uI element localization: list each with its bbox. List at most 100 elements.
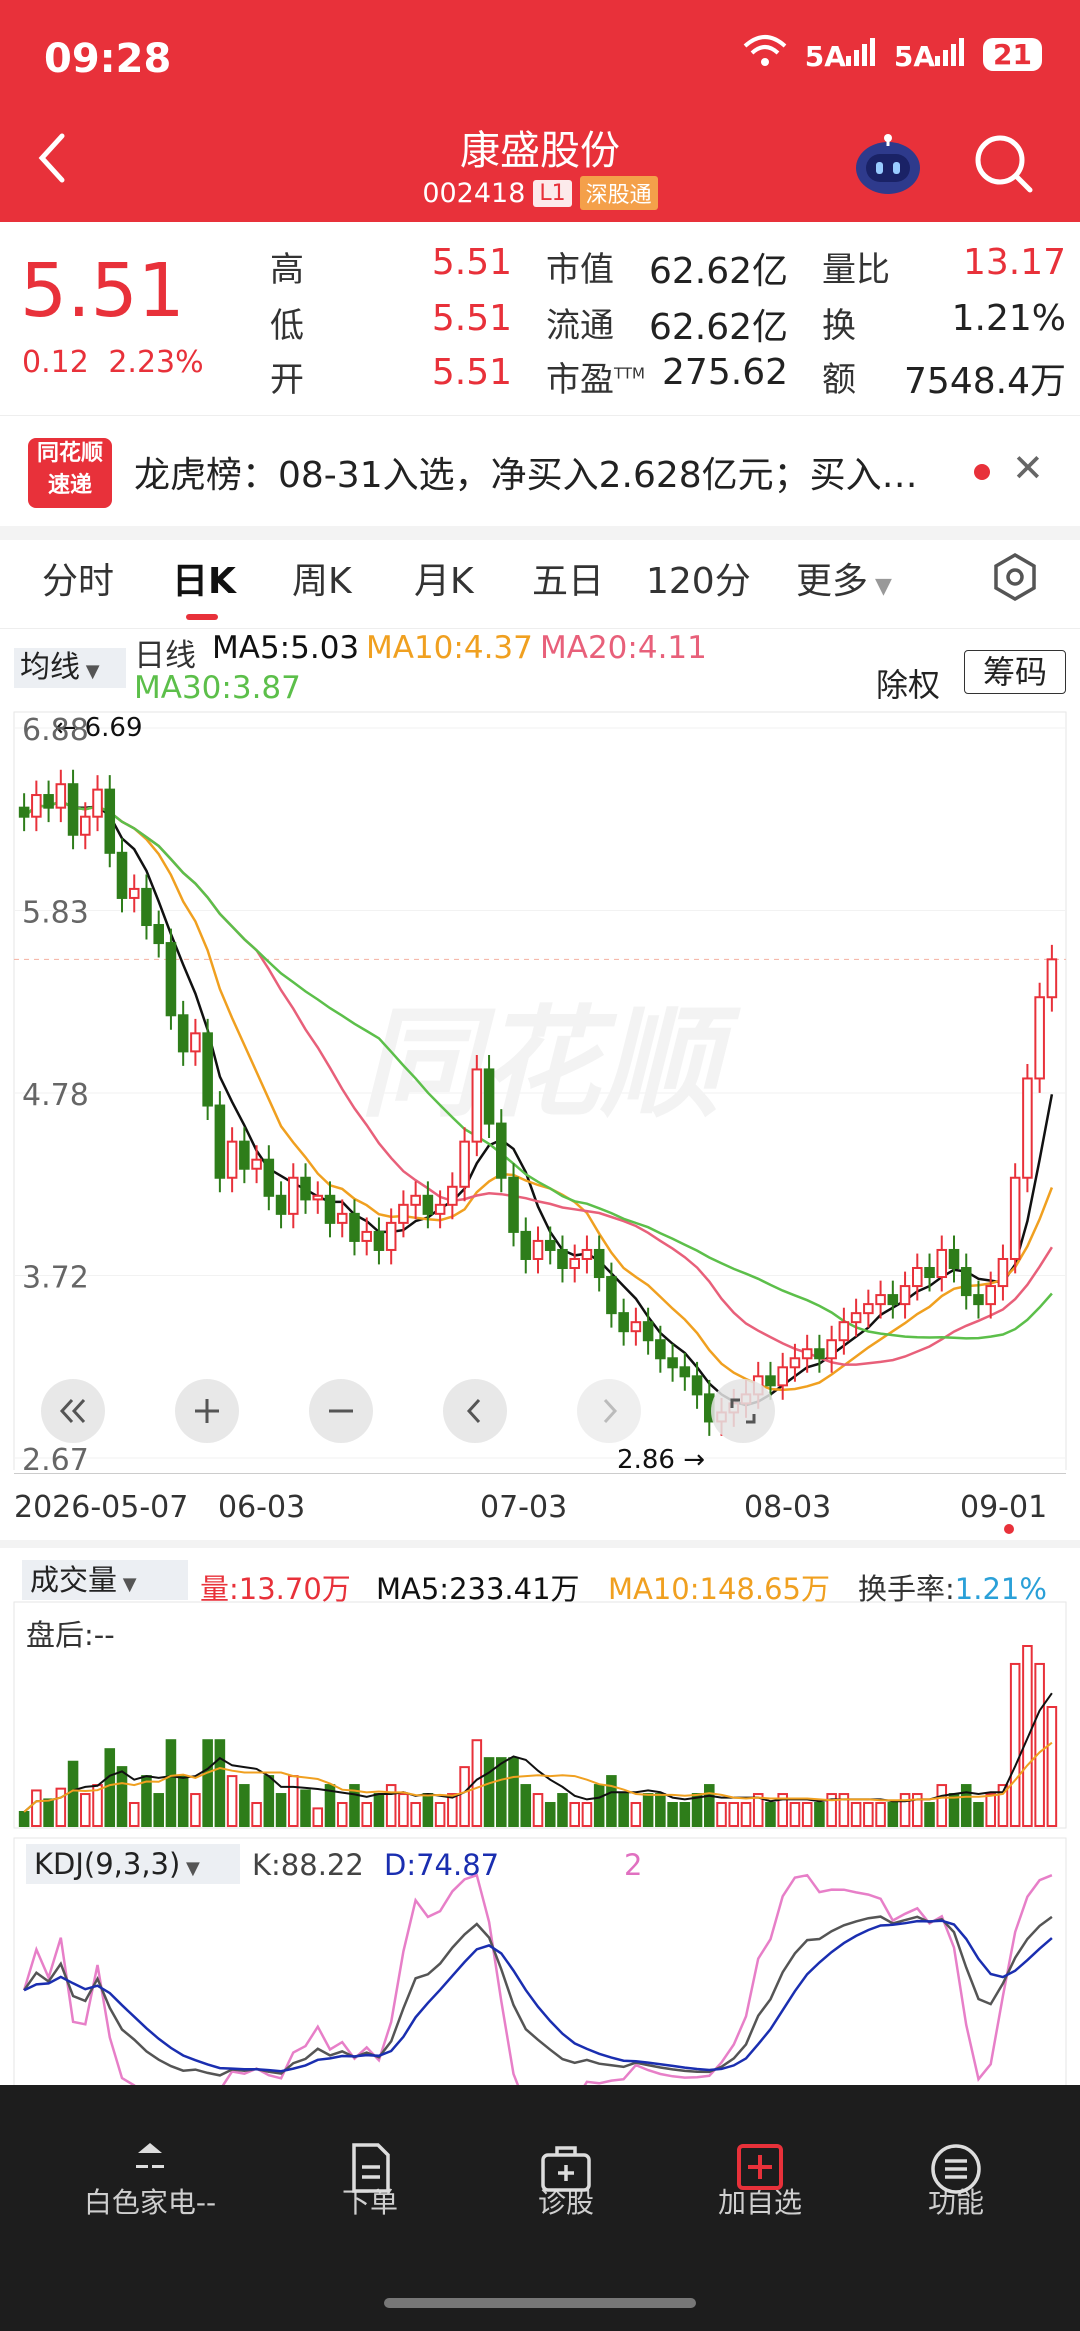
x-tick: 09-01	[960, 1490, 1048, 1525]
kdj-d-line	[23, 1919, 1053, 2073]
volume-bar	[496, 1757, 507, 1827]
nav-functions[interactable]: 功能	[856, 2085, 1056, 2221]
candle	[153, 910, 164, 958]
zoom-in-icon[interactable]	[174, 1378, 240, 1444]
volume-bar	[985, 1793, 996, 1827]
x-tick: 06-03	[218, 1490, 306, 1525]
volume-bar	[801, 1802, 813, 1827]
status-time: 09:28	[44, 36, 172, 82]
volume-bar	[655, 1793, 666, 1827]
watermark: 同花顺	[360, 995, 741, 1134]
amount-value: 7548.4万	[904, 361, 1066, 402]
volume-bar	[728, 1802, 740, 1827]
fullscreen-icon[interactable]	[710, 1378, 776, 1444]
volume-bar	[263, 1775, 275, 1828]
mcap-label: 市值	[546, 250, 614, 290]
volume-bar	[936, 1784, 948, 1827]
candle	[1034, 982, 1045, 1093]
add-watchlist-icon	[737, 2144, 783, 2190]
menu-icon	[931, 2144, 981, 2194]
chip-button[interactable]: 筹码	[964, 650, 1066, 694]
candle	[936, 1235, 948, 1292]
settings-icon[interactable]	[990, 552, 1040, 602]
battery-icon: 21	[983, 38, 1042, 71]
volume-bar	[679, 1802, 691, 1827]
candle	[92, 775, 103, 832]
close-icon[interactable]: ✕	[1012, 446, 1044, 490]
open-label: 开	[270, 360, 304, 400]
tab-120min[interactable]: 120分	[646, 552, 751, 604]
zoom-start-icon[interactable]	[40, 1378, 106, 1444]
ma5-label: MA5:5.03	[212, 630, 360, 666]
candle	[55, 769, 67, 823]
tab-weekly-k[interactable]: 周K	[292, 552, 352, 604]
volume-bar	[593, 1784, 605, 1827]
volume-bar	[716, 1802, 727, 1827]
volume-bar	[104, 1748, 116, 1827]
candle	[606, 1262, 617, 1328]
market-badge: 深股通	[579, 176, 658, 210]
candle	[67, 769, 79, 850]
tab-daily-k[interactable]: 日K	[172, 552, 236, 604]
candle	[1046, 944, 1058, 1012]
x-tick: 07-03	[480, 1490, 568, 1525]
candle	[165, 928, 177, 1030]
volume-bar	[190, 1793, 201, 1827]
volume-bar	[177, 1775, 189, 1828]
volume-bar	[863, 1802, 874, 1827]
volume-bar	[434, 1802, 446, 1827]
candle	[349, 1199, 360, 1256]
open-value: 5.51	[431, 352, 512, 393]
nav-diagnose[interactable]: 诊股	[466, 2085, 666, 2221]
volume-indicator-select[interactable]: 成交量 ▼	[22, 1560, 188, 1600]
volume-bar	[642, 1793, 654, 1827]
candle	[128, 874, 140, 913]
amount-label: 额	[822, 360, 856, 400]
app-header: 09:28 5A 5A 21 康盛股份 002418 L1 深股通	[0, 0, 1080, 222]
candle	[679, 1352, 691, 1391]
volume-bar	[128, 1802, 140, 1827]
indicator-select[interactable]: 均线 ▼	[14, 648, 126, 688]
candle	[18, 793, 30, 832]
volume-bar	[667, 1802, 678, 1827]
volume-bar	[67, 1760, 79, 1827]
candle	[899, 1271, 911, 1319]
tab-more[interactable]: 更多 ▼	[796, 552, 892, 604]
volume-bar	[606, 1775, 617, 1828]
y-tick: 4.78	[22, 1078, 89, 1113]
nav-order[interactable]: 下单	[270, 2085, 470, 2221]
unread-dot	[974, 464, 990, 480]
volume-bar	[312, 1807, 324, 1827]
diagnose-icon	[541, 2146, 591, 2192]
signal-icon: 5A	[805, 36, 876, 73]
candle	[630, 1307, 642, 1346]
zoom-out-icon[interactable]	[308, 1378, 374, 1444]
nav-sector[interactable]: 白色家电--	[50, 2085, 250, 2221]
candle	[190, 1018, 201, 1066]
stock-code: 002418	[422, 177, 526, 209]
robot-assistant-icon[interactable]	[852, 128, 924, 200]
scroll-right-icon[interactable]	[576, 1378, 642, 1444]
tab-five-day[interactable]: 五日	[532, 552, 604, 604]
candle	[31, 780, 42, 832]
mcap-value: 62.62亿	[648, 251, 788, 292]
volume-bar	[165, 1739, 177, 1828]
volume-bar	[557, 1793, 568, 1827]
low-value: 5.51	[431, 298, 512, 339]
volume-bar	[508, 1757, 519, 1827]
candlestick-chart[interactable]: 同花顺 ← 6.692.86 → 6.885.834.783.722.67	[0, 700, 1080, 1470]
tab-intraday[interactable]: 分时	[42, 552, 114, 604]
turnover-label: 换	[822, 306, 856, 346]
level-badge: L1	[533, 179, 572, 207]
scroll-left-icon[interactable]	[442, 1378, 508, 1444]
volume-bar	[630, 1802, 642, 1827]
event-dot[interactable]	[1004, 1524, 1014, 1534]
search-icon[interactable]	[970, 130, 1036, 196]
kdj-j-line	[22, 1873, 1053, 2107]
nav-add-watchlist[interactable]: 加自选	[660, 2085, 860, 2221]
home-indicator[interactable]	[384, 2298, 696, 2308]
tab-monthly-k[interactable]: 月K	[414, 552, 474, 604]
news-banner[interactable]: 同花顺 速递 龙虎榜：08-31入选，净买入2.628亿元；买入…	[0, 415, 1080, 540]
candle	[581, 1235, 593, 1274]
candle	[177, 1000, 189, 1066]
